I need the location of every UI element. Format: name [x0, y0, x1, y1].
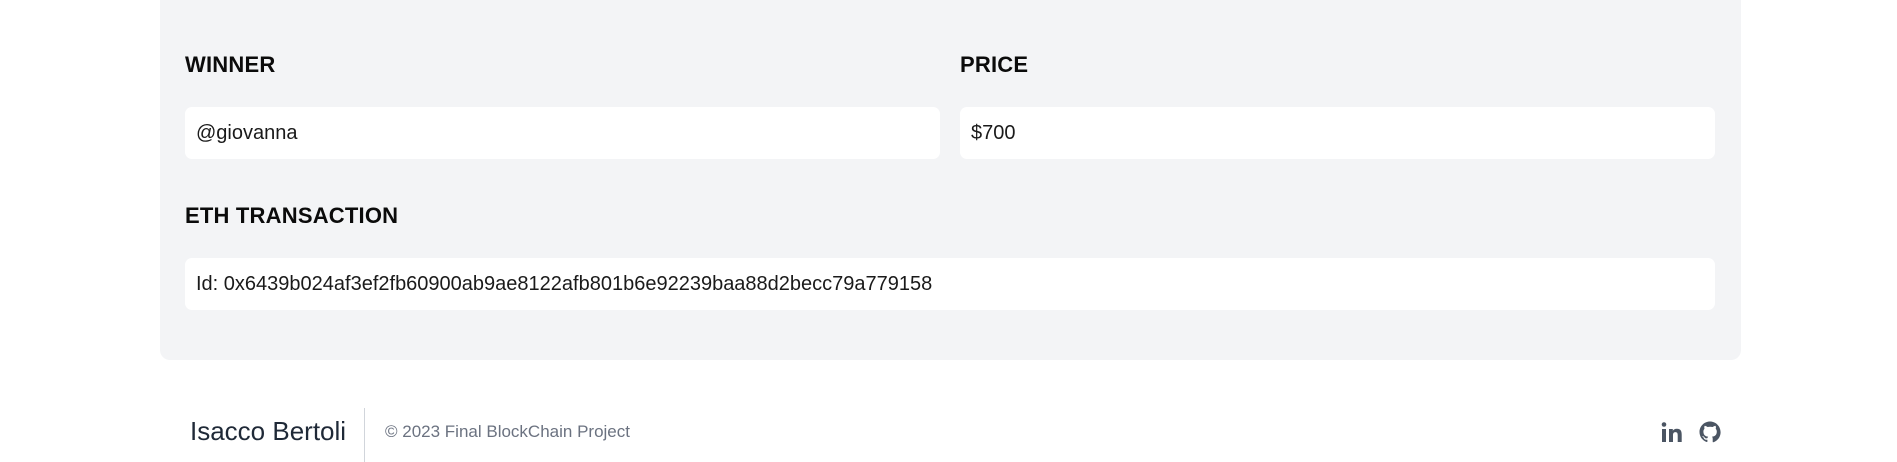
price-label: PRICE: [960, 52, 1029, 77]
winner-label: WINNER: [185, 52, 276, 77]
footer-author-name: Isacco Bertoli: [190, 416, 347, 446]
linkedin-icon[interactable]: [1659, 419, 1685, 445]
auction-result-card: WINNER @giovanna PRICE $700 ETH TRANSACT…: [160, 0, 1741, 360]
price-field: $700: [960, 107, 1715, 159]
winner-value: @giovanna: [196, 121, 298, 144]
footer-copyright: © 2023 Final BlockChain Project: [385, 422, 630, 441]
eth-transaction-field: Id: 0x6439b024af3ef2fb60900ab9ae8122afb8…: [185, 258, 1715, 310]
footer-divider: [364, 408, 365, 462]
github-icon[interactable]: [1697, 419, 1723, 445]
footer: Isacco Bertoli © 2023 Final BlockChain P…: [0, 400, 1897, 462]
winner-field: @giovanna: [185, 107, 940, 159]
eth-transaction-value: Id: 0x6439b024af3ef2fb60900ab9ae8122afb8…: [196, 272, 933, 295]
eth-transaction-label: ETH TRANSACTION: [185, 203, 399, 228]
price-value: $700: [971, 121, 1016, 144]
